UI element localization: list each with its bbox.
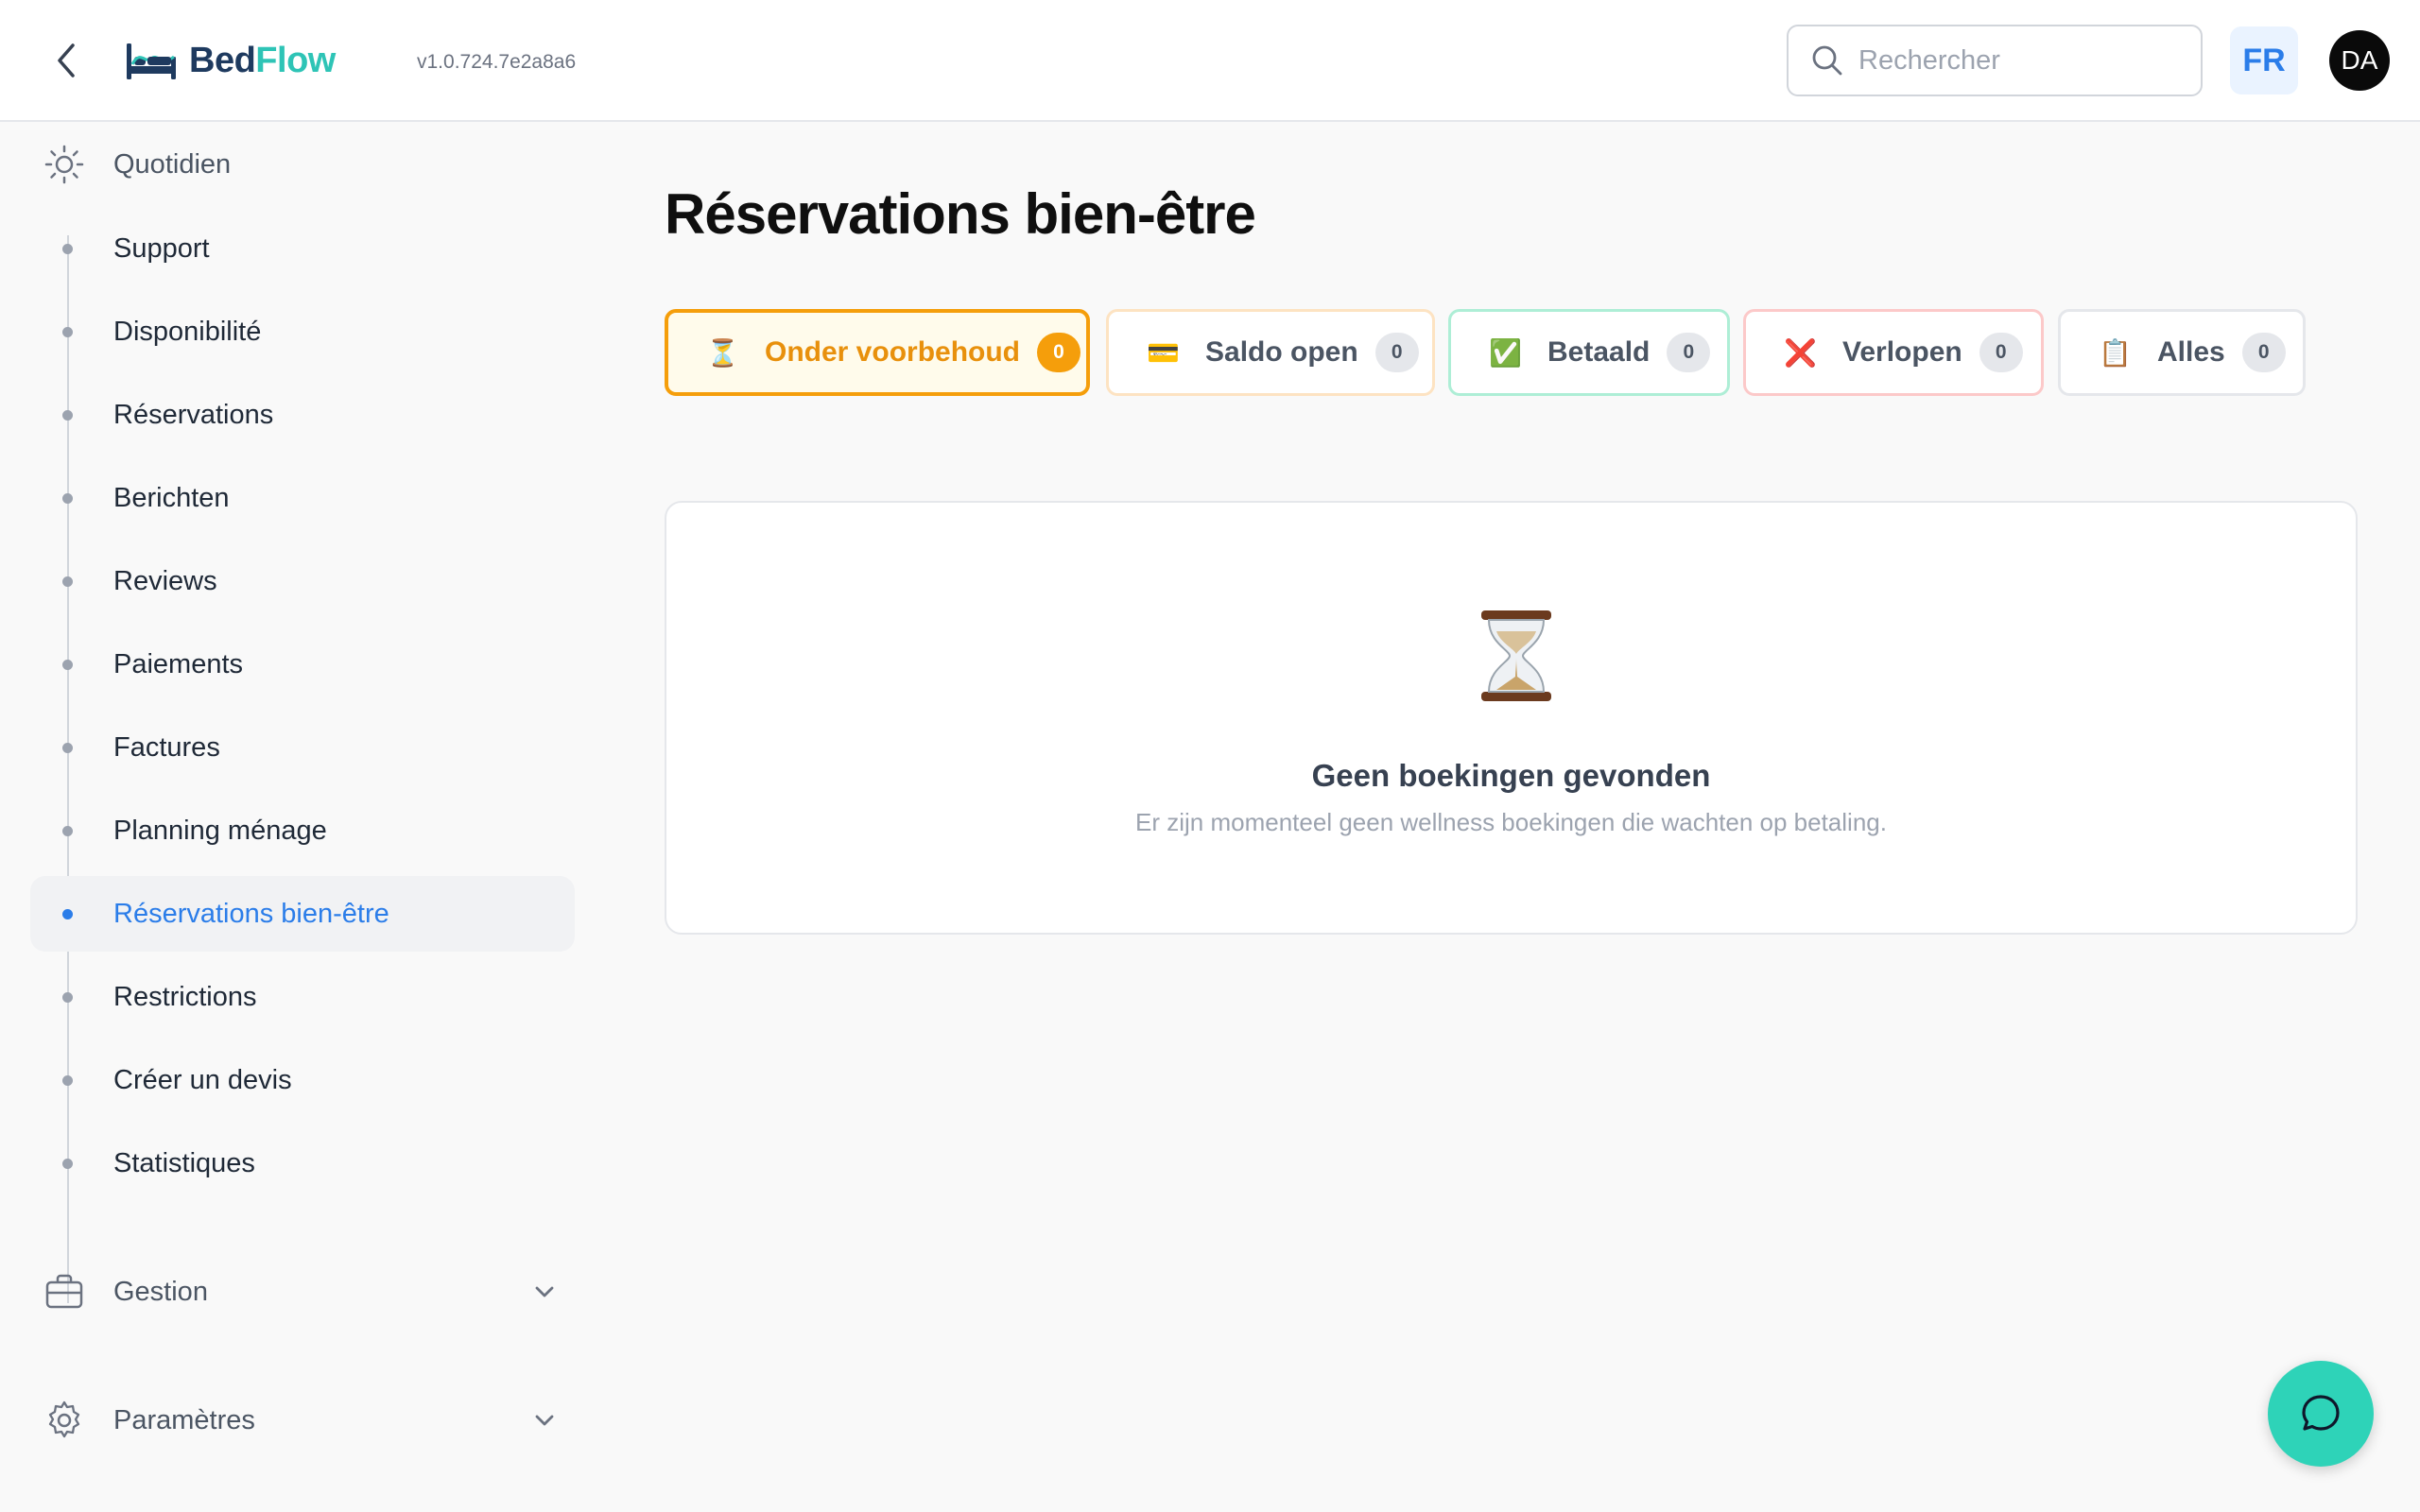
sidebar-item-reviews[interactable]: Reviews [30, 543, 575, 619]
sidebar-item-label: Réservations bien-être [113, 898, 389, 929]
bullet-dot [62, 992, 73, 1003]
empty-state-subtitle: Er zijn momenteel geen wellness boekinge… [1135, 808, 1887, 836]
bullet-dot [62, 244, 73, 254]
bullet-dot [62, 493, 73, 504]
search-icon [1812, 45, 1842, 76]
sidebar-section-settings[interactable]: Paramètres [30, 1390, 560, 1451]
sidebar-item-restrictions[interactable]: Restrictions [30, 959, 575, 1035]
chevron-left-icon [58, 43, 75, 77]
sidebar-item-reservations[interactable]: Réservations [30, 377, 575, 453]
sidebar-item-label: Berichten [113, 482, 230, 513]
bullet-dot [62, 1159, 73, 1169]
sidebar-section-label: Quotidien [113, 148, 232, 180]
sidebar-item-label: Disponibilité [113, 316, 262, 347]
bullet-dot [62, 576, 73, 587]
sidebar-item-label: Statistiques [113, 1147, 255, 1178]
briefcase-icon [38, 1265, 91, 1318]
tab-count-badge: 0 [1979, 333, 2023, 372]
chat-bubble-icon [2302, 1395, 2340, 1431]
credit-card-icon: 💳 [1147, 337, 1180, 368]
cross-mark-icon: ❌ [1784, 337, 1817, 368]
back-button[interactable] [42, 34, 91, 87]
sidebar-item-label: Créer un devis [113, 1064, 292, 1095]
tab-label: Verlopen [1842, 336, 1962, 368]
tab-pending[interactable]: ⏳ Onder voorbehoud 0 [665, 309, 1090, 396]
hourglass-icon [1481, 610, 1551, 701]
tab-label: Alles [2157, 336, 2225, 368]
sun-icon [38, 138, 91, 191]
bullet-dot [62, 660, 73, 670]
empty-state-card: Geen boekingen gevonden Er zijn momentee… [665, 501, 2358, 935]
tab-label: Saldo open [1205, 336, 1358, 368]
bed-logo-icon [127, 43, 176, 79]
sidebar-item-messages[interactable]: Berichten [30, 460, 575, 536]
tab-all[interactable]: 📋 Alles 0 [2058, 309, 2306, 396]
sidebar-item-housekeeping[interactable]: Planning ménage [30, 793, 575, 868]
tab-label: Onder voorbehoud [765, 336, 1020, 368]
sidebar-item-support[interactable]: Support [30, 211, 575, 286]
tab-expired[interactable]: ❌ Verlopen 0 [1743, 309, 2044, 396]
app-version: v1.0.724.7e2a8a6 [417, 51, 577, 73]
sidebar-item-create-quote[interactable]: Créer un devis [30, 1042, 575, 1118]
search-input[interactable] [1858, 44, 2180, 77]
sidebar-item-label: Paiements [113, 648, 244, 679]
sidebar-item-label: Support [113, 232, 210, 264]
sidebar: Quotidien Support Disponibilité Réservat… [0, 124, 586, 1512]
tab-label: Betaald [1547, 336, 1651, 368]
bullet-dot [62, 826, 73, 836]
sidebar-section-daily[interactable]: Quotidien [30, 134, 560, 195]
tab-count-badge: 0 [1374, 333, 1419, 372]
bullet-dot [62, 410, 73, 421]
app-logo[interactable]: BedFlow [125, 34, 336, 87]
bullet-dot [62, 1075, 73, 1086]
tab-count-badge: 0 [1667, 333, 1711, 372]
top-bar: BedFlow v1.0.724.7e2a8a6 FR DA [0, 0, 2420, 122]
gear-icon [38, 1394, 91, 1447]
language-switcher[interactable]: FR [2230, 26, 2298, 94]
user-avatar[interactable]: DA [2329, 30, 2390, 91]
page-title: Réservations bien-être [665, 182, 1256, 246]
tab-count-badge: 0 [1037, 333, 1080, 372]
hourglass-icon: ⏳ [706, 337, 739, 368]
sidebar-section-management[interactable]: Gestion [30, 1262, 560, 1322]
sidebar-item-label: Reviews [113, 565, 217, 596]
empty-state-title: Geen boekingen gevonden [1311, 758, 1711, 793]
bullet-dot [62, 743, 73, 753]
sidebar-item-label: Factures [113, 731, 220, 763]
logo-text: BedFlow [189, 40, 336, 80]
sidebar-item-label: Réservations [113, 399, 274, 430]
sidebar-item-statistics[interactable]: Statistiques [30, 1125, 575, 1201]
sidebar-item-label: Planning ménage [113, 815, 327, 846]
sidebar-section-label: Gestion [113, 1276, 208, 1307]
tab-count-badge: 0 [2241, 333, 2286, 372]
chevron-down-icon [535, 1415, 554, 1426]
chevron-down-icon [535, 1286, 554, 1297]
bullet-dot [62, 909, 73, 919]
chat-button[interactable] [2268, 1361, 2374, 1467]
clipboard-icon: 📋 [2099, 337, 2132, 368]
sidebar-item-payments[interactable]: Paiements [30, 627, 575, 702]
check-mark-icon: ✅ [1489, 337, 1522, 368]
search-box[interactable] [1787, 25, 2203, 96]
sidebar-item-wellness-reservations[interactable]: Réservations bien-être [30, 876, 575, 952]
sidebar-item-invoices[interactable]: Factures [30, 710, 575, 785]
sidebar-item-label: Restrictions [113, 981, 257, 1012]
sidebar-item-availability[interactable]: Disponibilité [30, 294, 575, 369]
sidebar-section-label: Paramètres [113, 1404, 255, 1435]
tab-balance-open[interactable]: 💳 Saldo open 0 [1106, 309, 1435, 396]
tab-paid[interactable]: ✅ Betaald 0 [1448, 309, 1730, 396]
bullet-dot [62, 327, 73, 337]
